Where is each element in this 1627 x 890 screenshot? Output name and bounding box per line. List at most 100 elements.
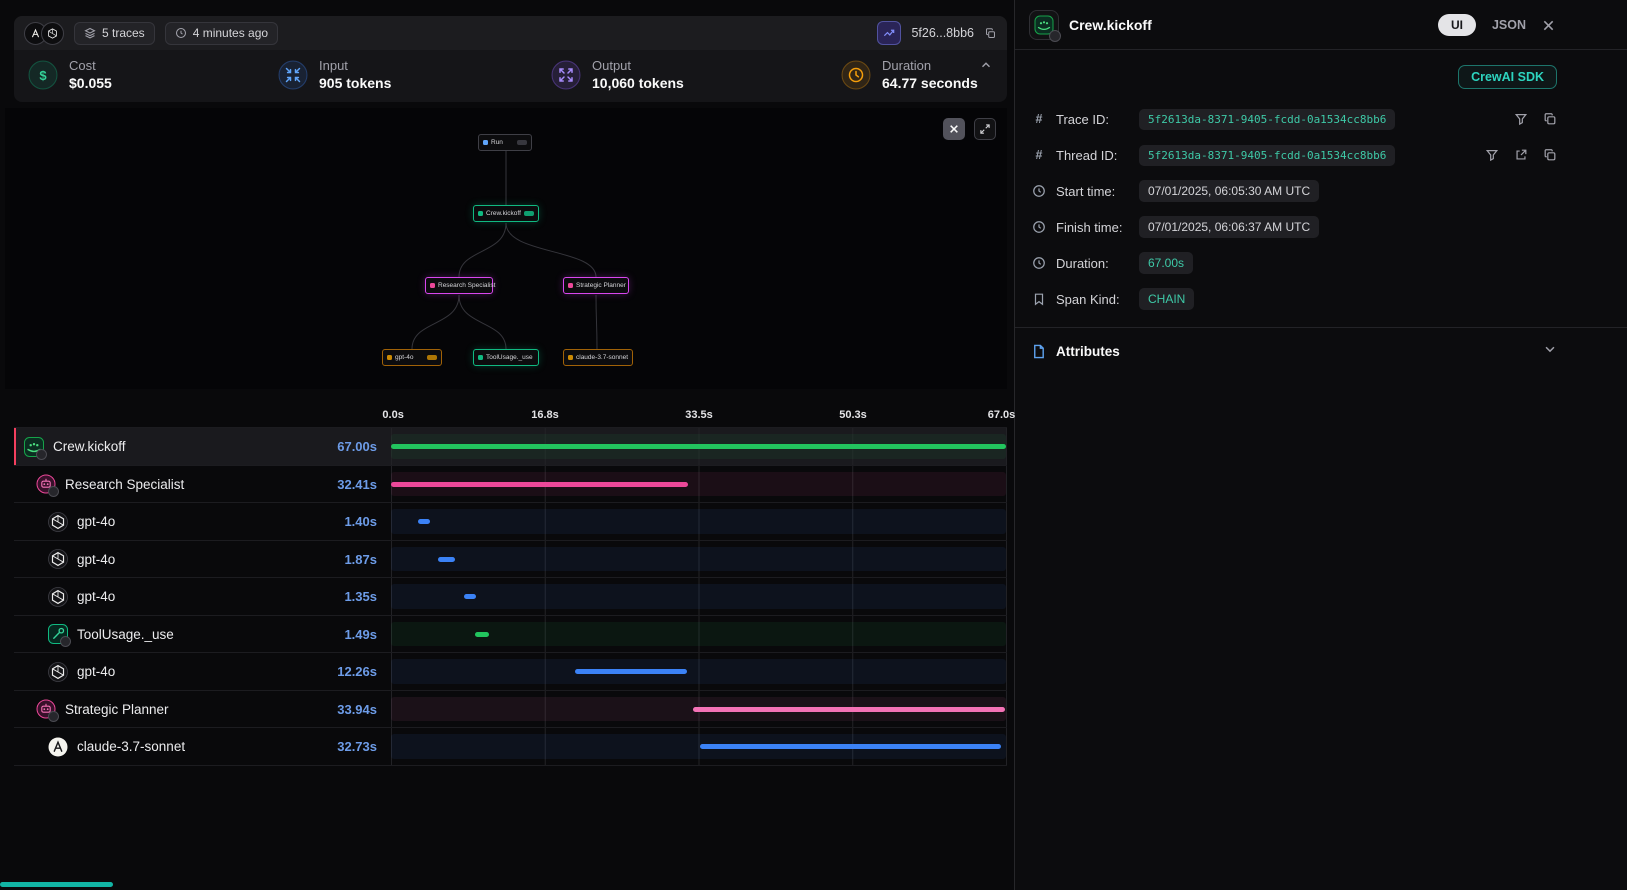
- stat-value: $0.055: [69, 74, 112, 92]
- stat-label: Duration: [882, 58, 978, 74]
- table-row[interactable]: gpt-4o 1.40s: [14, 503, 1007, 541]
- axis-tick-label: 16.8s: [531, 409, 559, 421]
- graph-node-toolusage[interactable]: ToolUsage._use: [473, 349, 539, 366]
- sdk-badge-row: CrewAI SDK: [1015, 50, 1627, 93]
- expand-graph-button[interactable]: [974, 118, 996, 140]
- thread-id-value[interactable]: 5f2613da-8371-9405-fcdd-0a1534cc8bb6: [1139, 145, 1395, 166]
- open-thread-button[interactable]: [1514, 148, 1528, 162]
- start-time-value: 07/01/2025, 06:05:30 AM UTC: [1139, 180, 1319, 202]
- metrics-chart-button[interactable]: [877, 21, 901, 45]
- row-label-cell: gpt-4o 12.26s: [14, 653, 391, 690]
- table-row[interactable]: claude-3.7-sonnet 32.73s: [14, 728, 1007, 766]
- stat-output: Output 10,060 tokens: [551, 58, 841, 92]
- tab-json[interactable]: JSON: [1492, 18, 1526, 32]
- row-duration: 32.73s: [337, 739, 377, 754]
- svg-text:$: $: [39, 68, 47, 83]
- field-actions: [1514, 112, 1557, 126]
- table-row[interactable]: ToolUsage._use 1.49s: [14, 616, 1007, 654]
- copy-trace-id-button[interactable]: [1543, 112, 1557, 126]
- duration-bar[interactable]: [391, 444, 1006, 449]
- node-dot-icon: [478, 211, 483, 216]
- duration-bar[interactable]: [700, 744, 1000, 749]
- horizontal-scrollbar-thumb[interactable]: [0, 882, 113, 887]
- row-duration: 1.87s: [344, 552, 377, 567]
- duration-bar[interactable]: [475, 632, 489, 637]
- graph-node-run[interactable]: Run: [478, 134, 532, 151]
- duration-bar[interactable]: [464, 594, 476, 599]
- field-label: Finish time:: [1056, 220, 1130, 235]
- trace-header-bar: 5 traces 4 minutes ago 5f26...8bb6: [14, 16, 1007, 50]
- duration-bar[interactable]: [418, 519, 431, 524]
- row-timeline-cell: [391, 466, 1007, 503]
- graph-node-claude[interactable]: claude-3.7-sonnet: [563, 349, 633, 366]
- field-thread-id: # Thread ID: 5f2613da-8371-9405-fcdd-0a1…: [1031, 137, 1557, 173]
- table-row[interactable]: Research Specialist 32.41s: [14, 466, 1007, 504]
- duration-bar[interactable]: [693, 707, 1005, 712]
- close-panel-button[interactable]: [1542, 19, 1555, 32]
- close-graph-button[interactable]: [943, 118, 965, 140]
- collapse-stats-button[interactable]: [979, 58, 993, 75]
- graph-node-crew-kickoff[interactable]: Crew.kickoff: [473, 205, 539, 222]
- graph-node-label: Research Specialist: [438, 282, 495, 289]
- table-row[interactable]: gpt-4o 12.26s: [14, 653, 1007, 691]
- axis-tick-label: 67.0s: [988, 409, 1016, 421]
- node-dot-icon: [483, 140, 488, 145]
- filter-by-trace-button[interactable]: [1514, 112, 1528, 126]
- crewai-icon: [1029, 10, 1059, 40]
- crewai-icon: [24, 437, 44, 457]
- node-dot-icon: [568, 283, 573, 288]
- node-duration-tag: [517, 140, 527, 145]
- row-duration: 1.49s: [344, 627, 377, 642]
- duration-bar[interactable]: [575, 669, 688, 674]
- graph-node-strategic-planner[interactable]: Strategic Planner: [563, 277, 629, 294]
- dollar-icon: $: [28, 60, 58, 90]
- row-duration: 12.26s: [337, 664, 377, 679]
- arrows-in-icon: [278, 60, 308, 90]
- table-row[interactable]: gpt-4o 1.87s: [14, 541, 1007, 579]
- anthropic-icon: [48, 737, 68, 757]
- filter-by-thread-button[interactable]: [1485, 148, 1499, 162]
- tab-ui[interactable]: UI: [1438, 14, 1476, 36]
- table-row[interactable]: Strategic Planner 33.94s: [14, 691, 1007, 729]
- row-label-cell: Crew.kickoff 67.00s: [14, 428, 391, 465]
- expand-icon: [979, 123, 991, 135]
- duration-bar[interactable]: [391, 482, 688, 487]
- graph-node-label: Crew.kickoff: [486, 210, 521, 217]
- row-duration: 67.00s: [337, 439, 377, 454]
- crewai-sdk-badge[interactable]: CrewAI SDK: [1458, 65, 1557, 89]
- stat-label: Output: [592, 58, 684, 74]
- tool-icon: [48, 624, 68, 644]
- stat-duration: Duration 64.77 seconds: [841, 58, 978, 92]
- axis-tick-label: 0.0s: [382, 409, 403, 421]
- close-icon: [1542, 19, 1555, 32]
- table-row[interactable]: Crew.kickoff 67.00s: [14, 428, 1007, 466]
- trace-id-short: 5f26...8bb6: [911, 26, 974, 40]
- attributes-section-toggle[interactable]: Attributes: [1015, 327, 1627, 375]
- duration-bar[interactable]: [438, 557, 455, 562]
- row-name: ToolUsage._use: [77, 627, 174, 642]
- chevron-down-icon: [1543, 342, 1557, 361]
- graph-node-gpt-4o[interactable]: gpt-4o: [382, 349, 442, 366]
- copy-trace-id-button[interactable]: [984, 27, 997, 40]
- traces-count-badge[interactable]: 5 traces: [74, 22, 155, 45]
- row-timeline-cell: [391, 428, 1007, 465]
- stat-cost: $ Cost $0.055: [28, 58, 278, 92]
- copy-thread-id-button[interactable]: [1543, 148, 1557, 162]
- trace-age-badge[interactable]: 4 minutes ago: [165, 22, 278, 45]
- provider-icons: [24, 22, 64, 45]
- graph-node-research-specialist[interactable]: Research Specialist: [425, 277, 493, 294]
- app-root: 5 traces 4 minutes ago 5f26...8bb6 $ C: [0, 0, 1627, 890]
- row-name: Strategic Planner: [65, 702, 169, 717]
- stat-value: 64.77 seconds: [882, 74, 978, 92]
- table-row[interactable]: gpt-4o 1.35s: [14, 578, 1007, 616]
- trace-age-label: 4 minutes ago: [193, 26, 268, 40]
- field-trace-id: # Trace ID: 5f2613da-8371-9405-fcdd-0a15…: [1031, 101, 1557, 137]
- clock-icon: [175, 27, 187, 39]
- stat-label: Input: [319, 58, 391, 74]
- row-name: Research Specialist: [65, 477, 184, 492]
- node-dot-icon: [387, 355, 392, 360]
- span-waterfall: 0.0s 16.8s 33.5s 50.3s 67.0s Crew.kickof…: [14, 409, 1007, 766]
- trace-id-value[interactable]: 5f2613da-8371-9405-fcdd-0a1534cc8bb6: [1139, 109, 1395, 130]
- row-duration: 1.35s: [344, 589, 377, 604]
- hash-icon: #: [1031, 148, 1047, 162]
